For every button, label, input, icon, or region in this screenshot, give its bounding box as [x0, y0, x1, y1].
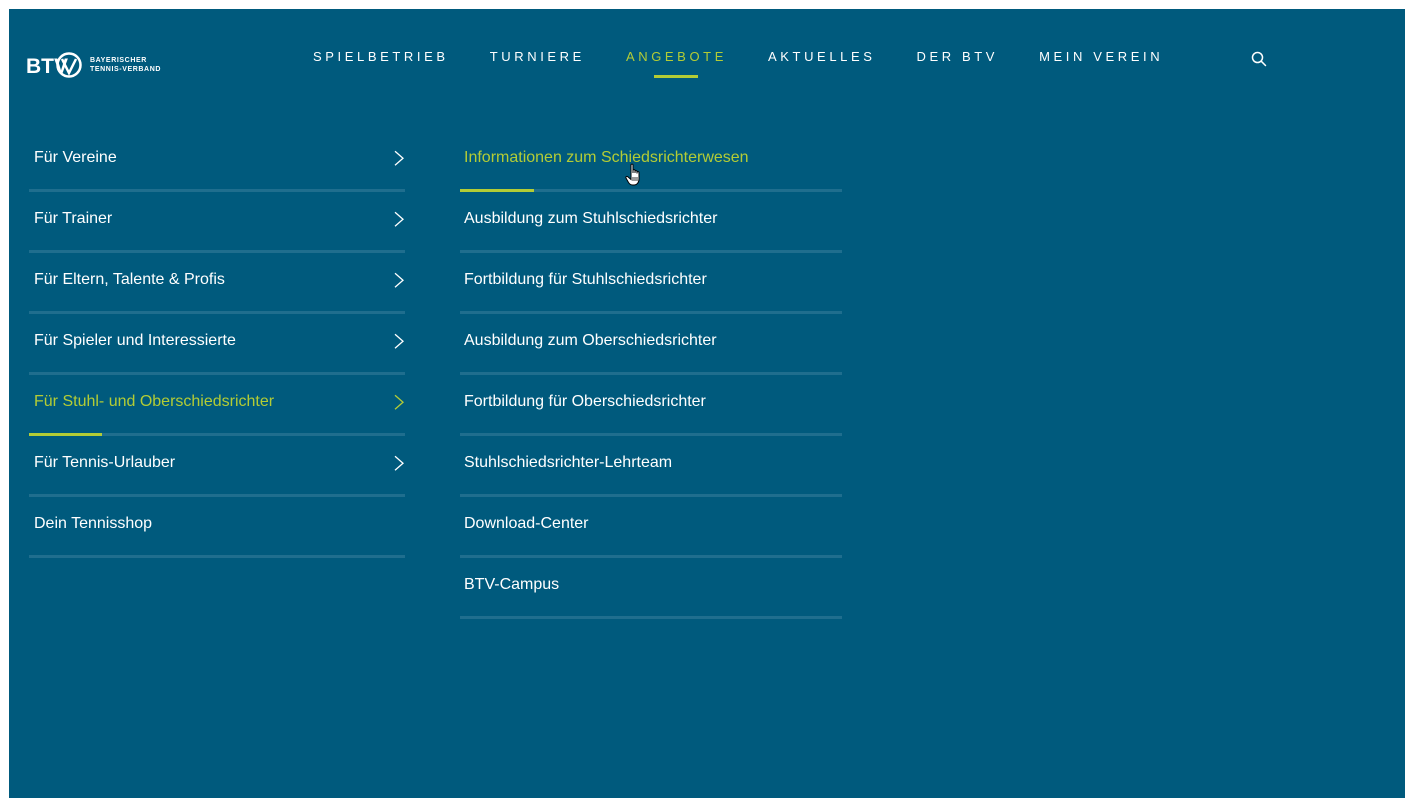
- menu-item-label: Für Eltern, Talente & Profis: [34, 271, 225, 288]
- btv-logo[interactable]: BTV BAYERISCHER TENNIS-VERBAND: [26, 49, 161, 81]
- menu-item-fuer-trainer[interactable]: Für Trainer: [29, 192, 405, 253]
- nav-item-turniere[interactable]: TURNIERE: [490, 49, 585, 64]
- menu-item-fuer-vereine[interactable]: Für Vereine: [29, 131, 405, 192]
- menu-item-fuer-tennis-urlauber[interactable]: Für Tennis-Urlauber: [29, 436, 405, 497]
- submenu-item-label: Download-Center: [464, 515, 589, 532]
- nav-item-mein-verein[interactable]: MEIN VEREIN: [1039, 49, 1163, 64]
- logo-mark: BTV: [26, 50, 82, 80]
- menu-item-label: Für Spieler und Interessierte: [34, 332, 236, 349]
- btv-logo-icon: BTV: [26, 52, 82, 78]
- menu-item-fuer-schiedsrichter[interactable]: Für Stuhl- und Oberschiedsrichter: [29, 375, 405, 436]
- submenu-item-lehrteam[interactable]: Stuhlschiedsrichter-Lehrteam: [460, 436, 842, 497]
- submenu-item-informationen[interactable]: Informationen zum Schiedsrichterwesen: [460, 131, 842, 192]
- chevron-right-icon: [394, 394, 404, 410]
- nav-item-label: TURNIERE: [489, 49, 585, 64]
- submenu-item-download-center[interactable]: Download-Center: [460, 497, 842, 558]
- nav-item-label: MEIN VEREIN: [1039, 49, 1164, 64]
- submenu-item-fortbildung-ober[interactable]: Fortbildung für Oberschiedsrichter: [460, 375, 842, 436]
- logo-line-1: BAYERISCHER: [90, 57, 147, 64]
- nav-item-label: SPIELBETRIEB: [313, 49, 449, 64]
- submenu-item-label: Informationen zum Schiedsrichterwesen: [464, 149, 749, 166]
- menu-item-tennisshop[interactable]: Dein Tennisshop: [29, 497, 405, 558]
- logo-wordmark: BAYERISCHER TENNIS-VERBAND: [90, 56, 161, 74]
- submenu-item-ausbildung-stuhl[interactable]: Ausbildung zum Stuhlschiedsrichter: [460, 192, 842, 253]
- submenu: Informationen zum Schiedsrichterwesen Au…: [460, 131, 842, 619]
- chevron-right-icon: [394, 455, 404, 471]
- search-icon[interactable]: [1251, 51, 1267, 67]
- logo-line-2: TENNIS-VERBAND: [90, 66, 162, 73]
- submenu-item-label: Ausbildung zum Oberschiedsrichter: [464, 332, 717, 349]
- nav-item-aktuelles[interactable]: AKTUELLES: [768, 49, 876, 64]
- menu-item-fuer-spieler[interactable]: Für Spieler und Interessierte: [29, 314, 405, 375]
- chevron-right-icon: [394, 150, 404, 166]
- menu-item-label: Für Stuhl- und Oberschiedsrichter: [34, 393, 275, 410]
- menu-item-fuer-eltern[interactable]: Für Eltern, Talente & Profis: [29, 253, 405, 314]
- nav-item-angebote[interactable]: ANGEBOTE: [625, 49, 727, 78]
- nav-item-label: DER BTV: [916, 49, 999, 64]
- nav-item-label: ANGEBOTE: [625, 49, 727, 64]
- menu-item-label: Für Trainer: [34, 210, 113, 227]
- nav-item-der-btv[interactable]: DER BTV: [917, 49, 999, 64]
- menu-item-label: Für Vereine: [34, 149, 117, 166]
- submenu-item-fortbildung-stuhl[interactable]: Fortbildung für Stuhlschiedsrichter: [460, 253, 842, 314]
- submenu-item-ausbildung-ober[interactable]: Ausbildung zum Oberschiedsrichter: [460, 314, 842, 375]
- submenu-item-label: BTV-Campus: [464, 576, 560, 593]
- submenu-item-label: Stuhlschiedsrichter-Lehrteam: [464, 454, 673, 471]
- submenu-item-btv-campus[interactable]: BTV-Campus: [460, 558, 842, 619]
- submenu-item-label: Ausbildung zum Stuhlschiedsrichter: [464, 210, 718, 227]
- active-nav-indicator: [654, 75, 699, 78]
- chevron-right-icon: [394, 211, 404, 227]
- mega-menu-panel: BTV BAYERISCHER TENNIS-VERBAND SPIELBETR…: [9, 9, 1405, 798]
- menu-item-label: Für Tennis-Urlauber: [34, 454, 176, 471]
- chevron-right-icon: [394, 272, 404, 288]
- chevron-right-icon: [394, 333, 404, 349]
- nav-item-label: AKTUELLES: [767, 49, 876, 64]
- main-nav: SPIELBETRIEB TURNIERE ANGEBOTE AKTUELLES…: [313, 49, 1204, 78]
- nav-item-spielbetrieb[interactable]: SPIELBETRIEB: [313, 49, 449, 64]
- header: BTV BAYERISCHER TENNIS-VERBAND SPIELBETR…: [9, 9, 1405, 109]
- submenu-item-label: Fortbildung für Stuhlschiedsrichter: [464, 271, 707, 288]
- submenu-item-label: Fortbildung für Oberschiedsrichter: [464, 393, 706, 410]
- menu-item-label: Dein Tennisshop: [34, 515, 153, 532]
- category-menu: Für Vereine Für Trainer Für Eltern, Tale…: [29, 131, 405, 558]
